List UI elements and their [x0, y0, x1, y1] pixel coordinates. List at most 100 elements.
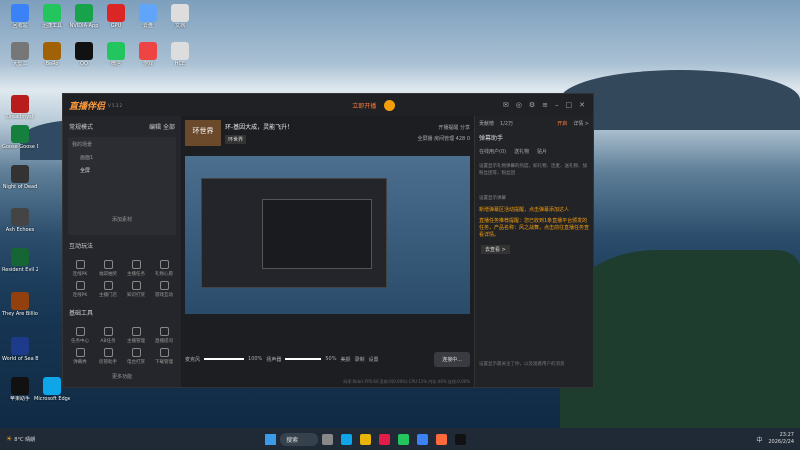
close-icon[interactable]: ✕ [579, 101, 585, 109]
speaker-label: 扬声器 [266, 356, 282, 363]
game-tag[interactable]: 环世界 [225, 135, 247, 144]
open-button[interactable]: 开启 [557, 120, 567, 127]
tool-item[interactable]: 知识打赏 [123, 281, 149, 298]
weather-desc: 晴朗 [25, 436, 36, 443]
scene-item[interactable]: 画面1 [72, 154, 172, 161]
details-link[interactable]: 详情 > [573, 120, 589, 127]
fullscreen-mode[interactable]: 全屏播 [417, 136, 432, 142]
tool-item[interactable]: 房管助手 [95, 348, 121, 365]
remind-button[interactable]: 开播提醒 [438, 125, 458, 131]
task-view-icon[interactable] [322, 433, 334, 445]
live-companion-icon[interactable] [436, 433, 448, 445]
desktop-icon[interactable]: NVIDIA App [66, 4, 102, 29]
tool-item[interactable]: 电台打赏 [123, 348, 149, 365]
desktop-icon[interactable]: HCE [162, 42, 198, 67]
maximize-icon[interactable]: □ [566, 101, 573, 109]
desktop-icon[interactable]: They Are Billions [2, 292, 38, 317]
tool-item[interactable]: AB任务 [95, 327, 121, 344]
mic-slider[interactable] [204, 358, 245, 360]
desktop-icon[interactable]: BeRo [34, 42, 70, 67]
weather-icon[interactable]: ☀ [6, 435, 12, 443]
desktop-icon[interactable]: World of Sea Battle [2, 337, 38, 362]
edit-button[interactable]: 编辑 [149, 124, 161, 131]
beauty-button[interactable]: 美颜 [340, 356, 350, 363]
tool-icon [75, 348, 85, 357]
search-box[interactable]: 搜索 [280, 432, 319, 446]
fans-tab[interactable]: 1/2万 [500, 120, 513, 127]
tool-item[interactable]: 礼物心愿 [151, 260, 177, 277]
wechat-icon[interactable] [398, 433, 410, 445]
tool-item[interactable]: 任务中心 [67, 327, 93, 344]
chip[interactable]: 在线用户(0) [479, 148, 506, 155]
tool-item[interactable]: 游戏互动 [151, 281, 177, 298]
contribution-tab[interactable]: 贡献榜 [479, 120, 494, 127]
connect-button[interactable]: 连接中... [434, 351, 470, 367]
clock-time[interactable]: 23:27 [768, 432, 794, 439]
desktop-icon[interactable]: 文档 [162, 4, 198, 29]
menu-icon[interactable]: ≡ [542, 101, 548, 109]
message-icon[interactable]: ✉ [503, 101, 509, 109]
desktop-icon[interactable]: 云盘 [130, 4, 166, 29]
settings-button[interactable]: 设置 [368, 356, 378, 363]
speaker-slider[interactable] [285, 358, 322, 360]
store-icon[interactable] [417, 433, 429, 445]
go-live-button[interactable]: 立即开播 [352, 101, 376, 110]
record-button[interactable]: 录制 [354, 356, 364, 363]
tool-item[interactable]: 主播管理 [123, 327, 149, 344]
room-title[interactable]: 环-基因大成，灵能飞升！ [225, 122, 293, 131]
desktop-icon[interactable]: 迅捷工具 [34, 4, 70, 29]
desktop-icon[interactable]: 大型二 [2, 42, 38, 67]
tool-item[interactable]: 福袋抽奖 [95, 260, 121, 277]
more-functions[interactable]: 更多功能 [63, 373, 181, 380]
tool-item[interactable]: 连线PK [67, 281, 93, 298]
mode-select[interactable]: 常规模式 [69, 122, 93, 131]
minimize-icon[interactable]: – [555, 101, 559, 109]
desktop-icon[interactable]: 微信 [98, 42, 134, 67]
tool-item[interactable]: 直播提问 [151, 327, 177, 344]
gear-icon[interactable]: ⚙ [529, 101, 535, 109]
preview-canvas[interactable] [185, 156, 470, 314]
headset-icon[interactable]: ◎ [516, 101, 522, 109]
desktop-icon[interactable]: 苹果助手 [2, 377, 38, 402]
scene-item[interactable]: 全屏 [72, 167, 172, 174]
tool-icon [159, 260, 169, 269]
windows-start-icon[interactable] [265, 433, 277, 445]
tool-item[interactable]: 主播任务 [123, 260, 149, 277]
desktop-icon[interactable]: Resident Evil 2 [2, 248, 38, 273]
app-icon [75, 4, 93, 22]
app-icon [107, 42, 125, 60]
desktop-icon[interactable]: Dreadmyst [2, 95, 38, 120]
office-icon[interactable] [379, 433, 391, 445]
cover-image[interactable]: 环世界 [185, 120, 221, 146]
desktop-icon[interactable]: GPU [98, 4, 134, 29]
explorer-icon[interactable] [360, 433, 372, 445]
chip[interactable]: 送礼物 [514, 148, 529, 155]
info-text: 设置显示礼物弹幕的热度，如礼物、连麦、送礼物、加粉丝团等，粉丝团 [479, 164, 587, 176]
desktop-icon-label: 云盘 [142, 23, 153, 29]
room-manage[interactable]: 房间管理 [434, 136, 454, 142]
desktop-icon[interactable]: 游戏 [130, 42, 166, 67]
app-icon[interactable] [455, 433, 467, 445]
tool-item[interactable]: 连线PK [67, 260, 93, 277]
app-icon [139, 4, 157, 22]
tool-item[interactable]: 下载管理 [151, 348, 177, 365]
edge-icon[interactable] [341, 433, 353, 445]
ime-indicator[interactable]: 中 [756, 435, 762, 444]
live-companion-window[interactable]: 直播伴侣 V 5.3.2 立即开播 ✉ ◎ ⚙ ≡ – □ ✕ 常规模式 编辑 … [62, 93, 594, 388]
tool-item[interactable]: 主播门店 [95, 281, 121, 298]
share-button[interactable]: 分享 [460, 125, 470, 131]
scenes-title: 我的场景 [72, 142, 93, 148]
desktop-icon[interactable]: QQ [66, 42, 102, 67]
desktop-icon[interactable]: Night of Dead [2, 165, 38, 190]
view-button[interactable]: 去查看 > [481, 245, 510, 254]
avatar[interactable] [384, 99, 396, 111]
tool-item[interactable]: 弹幕秀 [67, 348, 93, 365]
add-source-button[interactable]: 添加素材 [72, 216, 172, 223]
chip[interactable]: 贴片 [537, 148, 547, 155]
clock-date[interactable]: 2026/2/24 [768, 439, 794, 446]
desktop-icon[interactable]: Ash Echoes [2, 208, 38, 233]
all-button[interactable]: 全部 [163, 124, 175, 131]
tool-icon [131, 281, 141, 290]
desktop-icon[interactable]: Goose Goose Duck [2, 125, 38, 150]
desktop-icon[interactable]: 回收站 [2, 4, 38, 29]
